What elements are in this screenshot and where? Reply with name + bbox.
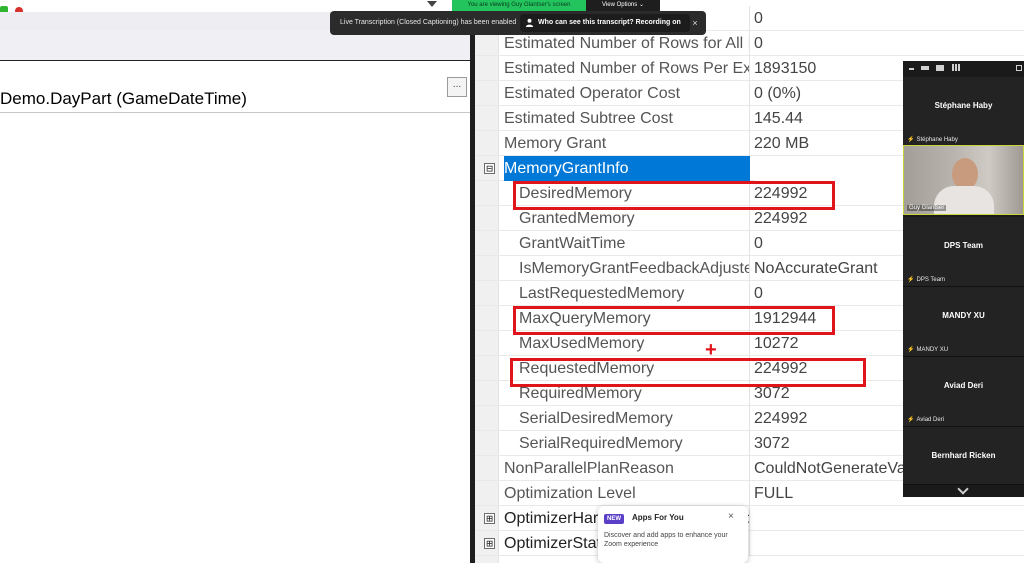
participant-label-text: DPS Team [916,277,946,283]
participant-name: Bernhard Ricken [931,451,996,460]
participant-tile[interactable]: Bernhard Ricken [903,427,1024,485]
participants-panel: Stéphane Haby ⚡ Stéphane Haby Guy Glantse… [903,61,1024,497]
property-row[interactable]: ⊞ OptimizerStatsUsage [475,531,1024,556]
annotation-box-max-query-memory [513,306,835,335]
mic-muted-icon: ⚡ [907,277,915,283]
property-name: Estimated Subtree Cost [504,106,750,131]
minimize-icon[interactable] [909,68,914,70]
speaker-view-icon[interactable] [936,65,944,71]
close-icon[interactable]: × [728,511,734,522]
property-name: Estimated Number of Rows Per Execution [504,56,750,81]
viewing-screen-banner: You are viewing Guy Glantser's screen [452,0,586,11]
participant-label: ⚡ DPS Team [907,276,945,283]
property-value: 0 [754,35,763,52]
participant-name: MANDY XU [942,311,985,320]
strip-view-icon[interactable] [921,66,929,70]
expand-icon[interactable]: ⊞ [484,513,495,524]
apps-for-you-popup[interactable]: NEW Apps For You × Discover and add apps… [598,506,748,563]
property-name: Optimization Level [504,481,750,506]
gallery-view-icon[interactable] [952,64,960,71]
new-badge: NEW [604,514,624,524]
participant-label: Guy Glantser [907,205,947,211]
transcript-button-label: Who can see this transcript? Recording o… [538,19,681,26]
collapse-icon[interactable]: ⊟ [484,163,495,174]
mic-muted-icon: ⚡ [907,417,915,423]
property-name: Memory Grant [504,131,750,156]
property-name: MemoryGrantInfo [504,156,750,181]
property-value [754,506,1024,531]
expand-icon[interactable]: ⊞ [484,538,495,549]
participant-label-text: Stéphane Haby [916,137,958,143]
captioning-message: Live Transcription (Closed Captioning) h… [340,19,517,26]
property-name: SerialDesiredMemory [519,406,750,431]
property-name: LastRequestedMemory [519,281,750,306]
participant-label: ⚡ MANDY XU [907,346,948,353]
annotation-box-desired-memory [513,181,835,210]
property-name: NonParallelPlanReason [504,456,750,481]
transcript-visibility-button[interactable]: Who can see this transcript? Recording o… [520,14,690,32]
participant-name: DPS Team [944,241,983,250]
participant-label-text: Aviad Deri [916,417,945,423]
expand-icon[interactable] [1016,65,1022,71]
property-name: IsMemoryGrantFeedbackAdjusted [519,256,750,281]
mic-muted-icon: ⚡ [907,137,915,143]
participant-label: ⚡ Stéphane Haby [907,136,958,143]
property-value [754,531,1024,556]
property-name: SerialRequiredMemory [519,431,750,456]
view-options-button[interactable]: View Options ⌄ [586,0,660,11]
participant-tile[interactable]: DPS Team ⚡ DPS Team [903,217,1024,287]
person-icon [525,18,534,27]
ellipsis-button[interactable]: ... [447,77,467,97]
caret-down-icon[interactable] [427,1,437,7]
participant-video-tile[interactable]: Guy Glantser [903,145,1024,215]
participant-tile[interactable]: Stéphane Haby ⚡ Stéphane Haby [903,77,1024,147]
participant-name: Stéphane Haby [934,101,993,110]
participant-label-text: MANDY XU [916,347,949,353]
property-name: Estimated Operator Cost [504,81,750,106]
property-value: 0 [754,10,763,27]
apps-popup-title: Apps For You [632,513,684,522]
chevron-down-icon[interactable] [957,483,969,495]
plan-editor-pane: Demo.DayPart (GameDateTime) ... [0,0,470,563]
participant-tile[interactable]: Aviad Deri ⚡ Aviad Deri [903,357,1024,427]
participant-name: Aviad Deri [943,381,984,390]
annotation-box-requested-memory [510,358,866,387]
participant-tile[interactable]: MANDY XU ⚡ MANDY XU [903,287,1024,357]
property-row[interactable]: ⊞ OptimizerHardwareDependentProperties [475,506,1024,531]
expression-text: Demo.DayPart (GameDateTime) [0,89,247,108]
panel-toolbar [903,61,1024,77]
apps-popup-description: Discover and add apps to enhance your Zo… [604,532,728,548]
divider [0,112,470,113]
close-icon[interactable]: × [689,17,701,29]
captioning-notification: Live Transcription (Closed Captioning) h… [330,11,706,35]
property-name: GrantWaitTime [519,231,750,256]
participant-label: ⚡ Aviad Deri [907,416,944,423]
annotation-cursor-plus: + [705,339,717,361]
mic-muted-icon: ⚡ [907,347,915,353]
